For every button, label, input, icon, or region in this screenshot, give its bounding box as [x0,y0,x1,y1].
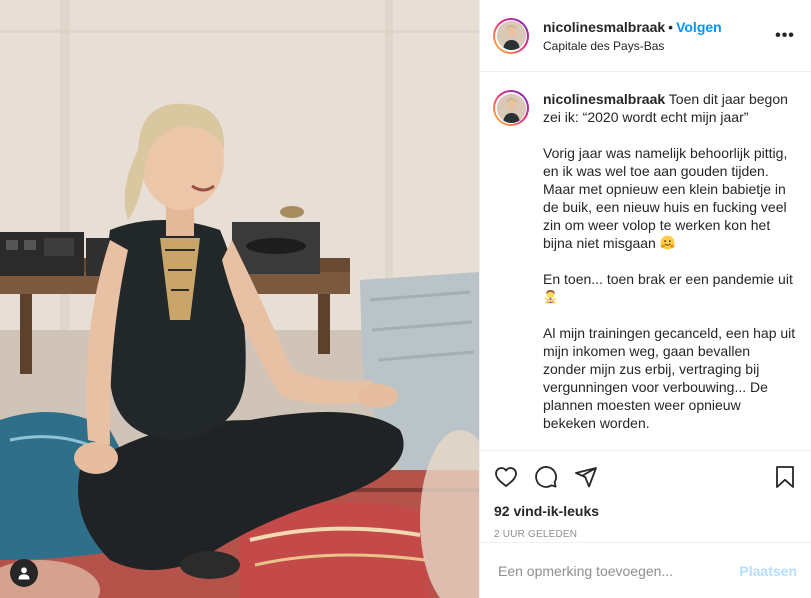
separator-dot: • [668,18,674,35]
header-text: nicolinesmalbraak • Volgen Capitale des Pa… [543,18,773,54]
user-icon [18,567,30,580]
caption-area: nicolinesmalbraak Toen dit jaar begon ze… [480,72,811,450]
caption-paragraph: Vorig jaar was namelijk behoorlijk pitti… [543,144,796,252]
caption-text: nicolinesmalbraak Toen dit jaar begon ze… [543,90,796,450]
post-comment-button[interactable]: Plaatsen [739,563,797,579]
bookmark-icon [776,466,794,488]
avatar-image [496,21,526,50]
comment-button[interactable] [534,465,558,489]
share-button[interactable] [574,465,598,489]
comment-bar: Plaatsen [480,542,811,598]
likes-count[interactable]: 92 vind-ik-leuks [494,503,797,519]
avatar[interactable] [493,17,529,54]
caption-paragraph: En toen... toen brak er een pandemie uit [543,270,796,306]
post-header: nicolinesmalbraak • Volgen Capitale des Pa… [480,0,811,72]
caption-paragraph: Al mijn trainingen gecanceld, een hap ui… [543,324,796,432]
username-link[interactable]: nicolinesmalbraak [543,19,665,35]
location-link[interactable]: Capitale des Pays-Bas [543,39,773,53]
caption-username-link[interactable]: nicolinesmalbraak [543,91,665,107]
caption-text-4: Al mijn trainingen gecanceld, een hap ui… [543,325,796,431]
caption-paragraph: nicolinesmalbraak Toen dit jaar begon ze… [543,90,796,126]
photo-illustration [0,0,479,598]
share-icon [575,467,597,488]
caption-avatar[interactable] [493,90,529,126]
user-tags-button[interactable] [10,559,38,587]
post-timestamp[interactable]: 2 UUR GELEDEN [494,529,797,540]
save-button[interactable] [773,465,797,489]
action-icons [494,453,797,501]
comment-input[interactable] [496,561,740,580]
woman-gesturing-no-emoji [544,290,557,304]
like-button[interactable] [494,465,518,489]
more-options-icon[interactable]: ••• [773,27,797,45]
hugging-face-emoji [660,235,675,250]
comment-icon [535,466,557,488]
heart-icon [495,467,517,487]
caption-text-3: En toen... toen brak er een pandemie uit [543,271,793,287]
post-sidebar: nicolinesmalbraak • Volgen Capitale des Pa… [479,0,811,598]
instagram-post: nicolinesmalbraak • Volgen Capitale des Pa… [0,0,811,598]
follow-button[interactable]: Volgen [676,19,722,35]
caption-avatar-image [496,93,526,123]
post-photo[interactable] [0,0,479,598]
